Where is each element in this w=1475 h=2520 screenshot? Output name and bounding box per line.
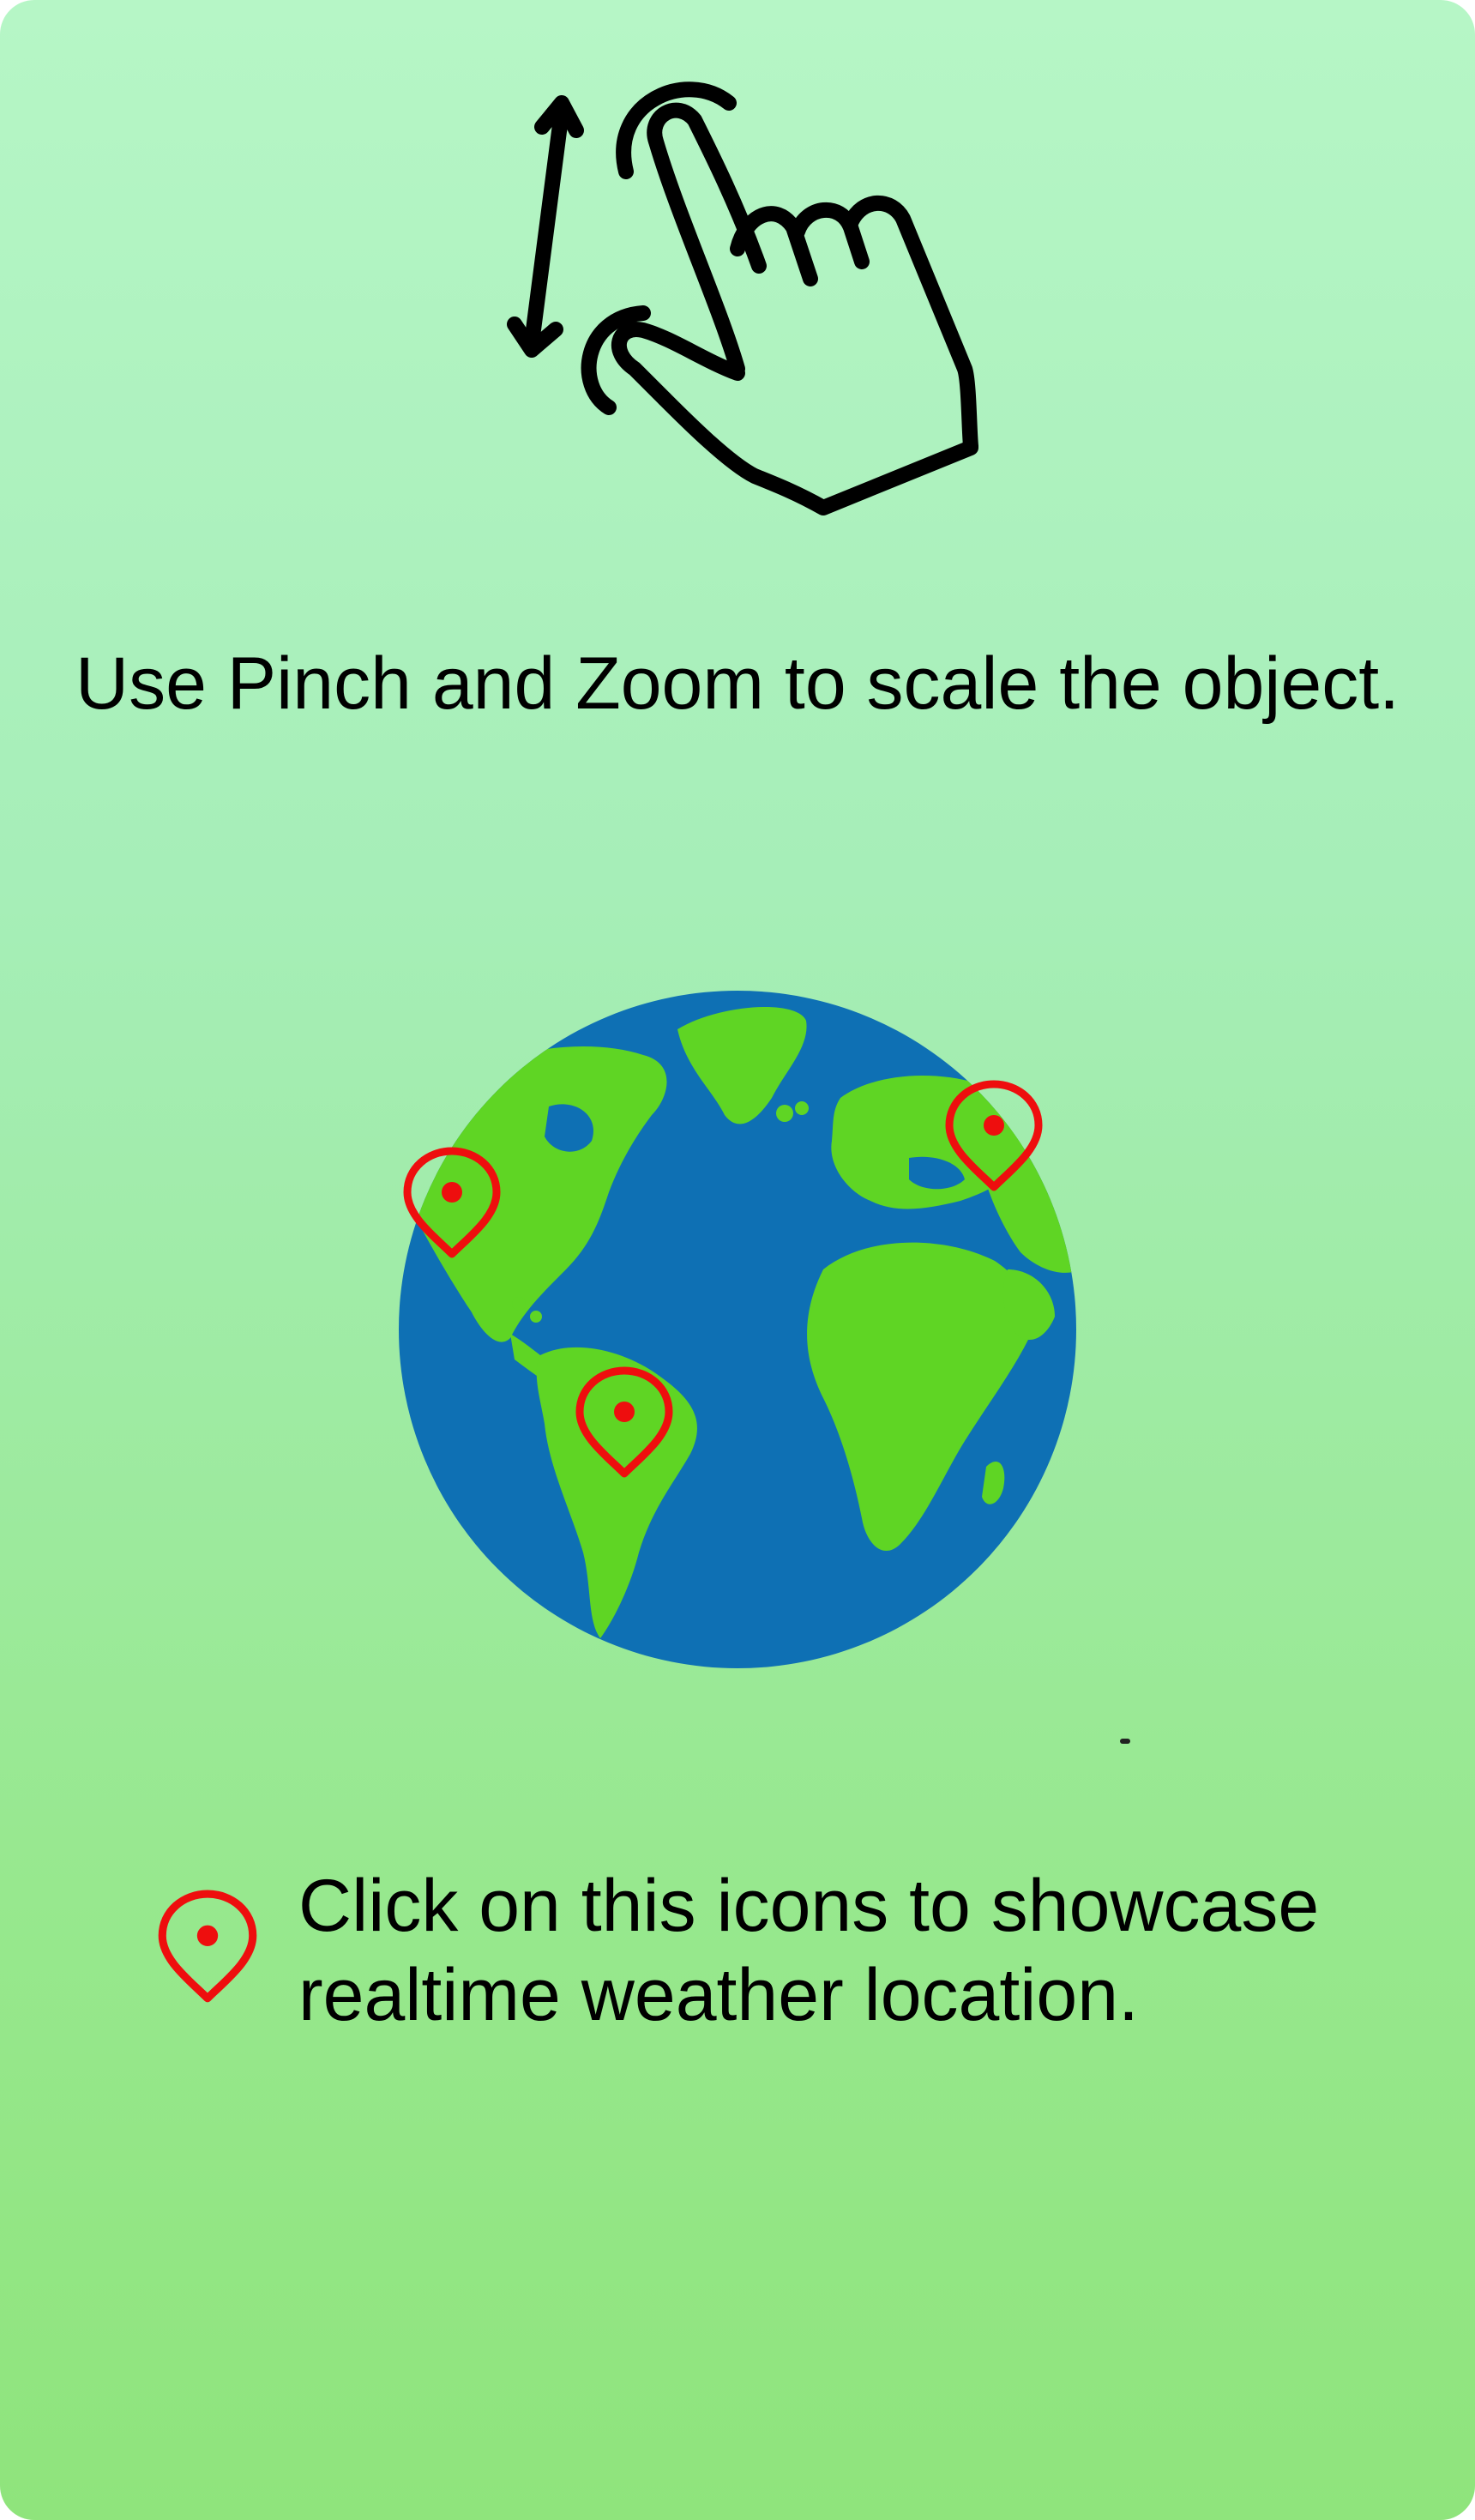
location-marker-north-america[interactable] [400,1144,503,1264]
marker-instruction: Click on this icons to showcase realtime… [154,1861,1372,2036]
marker-instruction-text: Click on this icons to showcase realtime… [298,1861,1379,2040]
location-marker-europe[interactable] [942,1077,1045,1197]
decorative-speck [1120,1739,1130,1744]
location-pin-icon [945,1080,1043,1191]
pinch-zoom-caption: Use Pinch and Zoom to scale the object. [75,642,1400,725]
pinch-zoom-icon [480,51,995,532]
location-pin-icon [154,1887,261,2009]
location-pin-icon [403,1147,501,1258]
location-marker-south-america[interactable] [573,1364,676,1484]
marker-instruction-line2: realtime weather location. [298,1954,1139,2036]
marker-instruction-line1: Click on this icons to showcase [298,1865,1320,1947]
tutorial-card: Use Pinch and Zoom to scale the object. [0,0,1475,2520]
location-pin-icon [575,1366,673,1478]
